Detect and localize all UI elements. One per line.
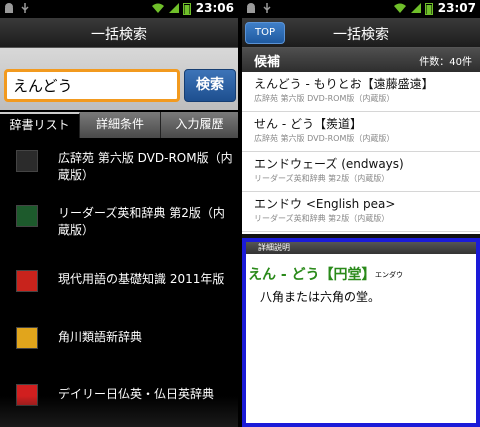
tab-detail-conditions[interactable]: 詳細条件 [80,112,161,138]
candidate-headword: せん - どう【羨道】 [254,117,362,131]
detail-reading: エンダウ [375,271,403,279]
search-button[interactable]: 検索 [184,69,236,102]
candidate-source: 広辞苑 第六版 DVD-ROM版（内蔵版） [254,134,395,143]
dictionary-item-kojien[interactable]: 広辞苑 第六版 DVD-ROM版（内蔵版） [0,140,238,197]
dictionary-label: 広辞苑 第六版 DVD-ROM版（内蔵版） [58,151,233,182]
candidates-title: 候補 [254,55,281,70]
candidate-item[interactable]: エンドウェーズ (endways) リーダーズ英和辞典 第2版（内蔵版） [242,152,480,192]
candidate-item[interactable]: えんどう - もりとお【遠藤盛遠】 広辞苑 第六版 DVD-ROM版（内蔵版） [242,72,480,112]
android-icon [5,3,13,13]
detail-headword: えん - どう【円堂】 [248,267,376,283]
left-screen: 23:06 一括検索 検索 辞書リスト 詳細条件 入力履歴 広辞苑 第六版 DV… [0,0,238,427]
candidate-item[interactable]: せん - どう【羨道】 広辞苑 第六版 DVD-ROM版（内蔵版） [242,112,480,152]
status-bar: 23:06 [0,0,238,18]
page-title: 一括検索 [91,27,147,43]
dictionary-item-kadokawa-ruigo[interactable]: 角川類語新辞典 [0,311,238,368]
dictionary-item-readers[interactable]: リーダーズ英和辞典 第2版（内蔵版） [0,197,238,254]
battery-icon [424,2,433,15]
dictionary-list: 広辞苑 第六版 DVD-ROM版（内蔵版） リーダーズ英和辞典 第2版（内蔵版）… [0,140,238,425]
title-bar: 一括検索 [0,18,238,48]
tab-bar: 辞書リスト 詳細条件 入力履歴 [0,112,238,138]
candidate-headword: えんどう - もりとお【遠藤盛遠】 [254,77,434,91]
kadokawa-ruigo-icon [16,327,38,349]
tab-dictionary-list[interactable]: 辞書リスト [0,112,80,138]
candidates-count: 件数：40件 [419,57,472,68]
wifi-icon [151,3,164,13]
dictionary-item-gendai-yogo[interactable]: 現代用語の基礎知識 2011年版 [0,254,238,311]
search-row: 検索 [0,48,238,110]
candidate-source: リーダーズ英和辞典 第2版（内蔵版） [254,174,390,183]
battery-icon [182,2,191,15]
status-bar: 23:07 [242,0,480,18]
detail-header: 詳細説明 [246,242,476,254]
candidate-headword: エンドウ <English pea> [254,197,396,211]
candidate-headword: エンドウェーズ (endways) [254,157,404,171]
candidate-source: 広辞苑 第六版 DVD-ROM版（内蔵版） [254,94,395,103]
signal-icon [410,3,421,13]
gendai-yogo-icon [16,270,38,292]
readers-icon [16,205,38,227]
tab-input-history[interactable]: 入力履歴 [161,112,238,138]
status-time: 23:07 [437,1,476,15]
dictionary-label: 現代用語の基礎知識 2011年版 [58,272,225,286]
candidate-source: リーダーズ英和辞典 第2版（内蔵版） [254,214,390,223]
detail-panel: 詳細説明 えん - どう【円堂】 エンダウ 八角または六角の堂。 [242,238,480,427]
detail-definition: 八角または六角の堂。 [260,290,381,304]
scroll-fade [0,396,238,427]
candidate-list: えんどう - もりとお【遠藤盛遠】 広辞苑 第六版 DVD-ROM版（内蔵版） … [242,72,480,234]
dictionary-label: 角川類語新辞典 [58,330,143,344]
status-time: 23:06 [195,1,234,15]
candidates-header: 候補 件数：40件 [242,48,480,72]
candidate-item[interactable]: エンドウ <English pea> リーダーズ英和辞典 第2版（内蔵版） [242,192,480,232]
usb-icon [21,3,29,13]
signal-icon [168,3,179,13]
wifi-icon [393,3,406,13]
search-input[interactable] [4,69,180,102]
top-button[interactable]: TOP [245,22,285,44]
right-screen: 23:07 一括検索 TOP 候補 件数：40件 えんどう - もりとお【遠藤盛… [242,0,480,427]
android-icon [247,3,255,13]
kojien-icon [16,150,38,172]
dictionary-label: リーダーズ英和辞典 第2版（内蔵版） [58,206,225,237]
usb-icon [263,3,271,13]
